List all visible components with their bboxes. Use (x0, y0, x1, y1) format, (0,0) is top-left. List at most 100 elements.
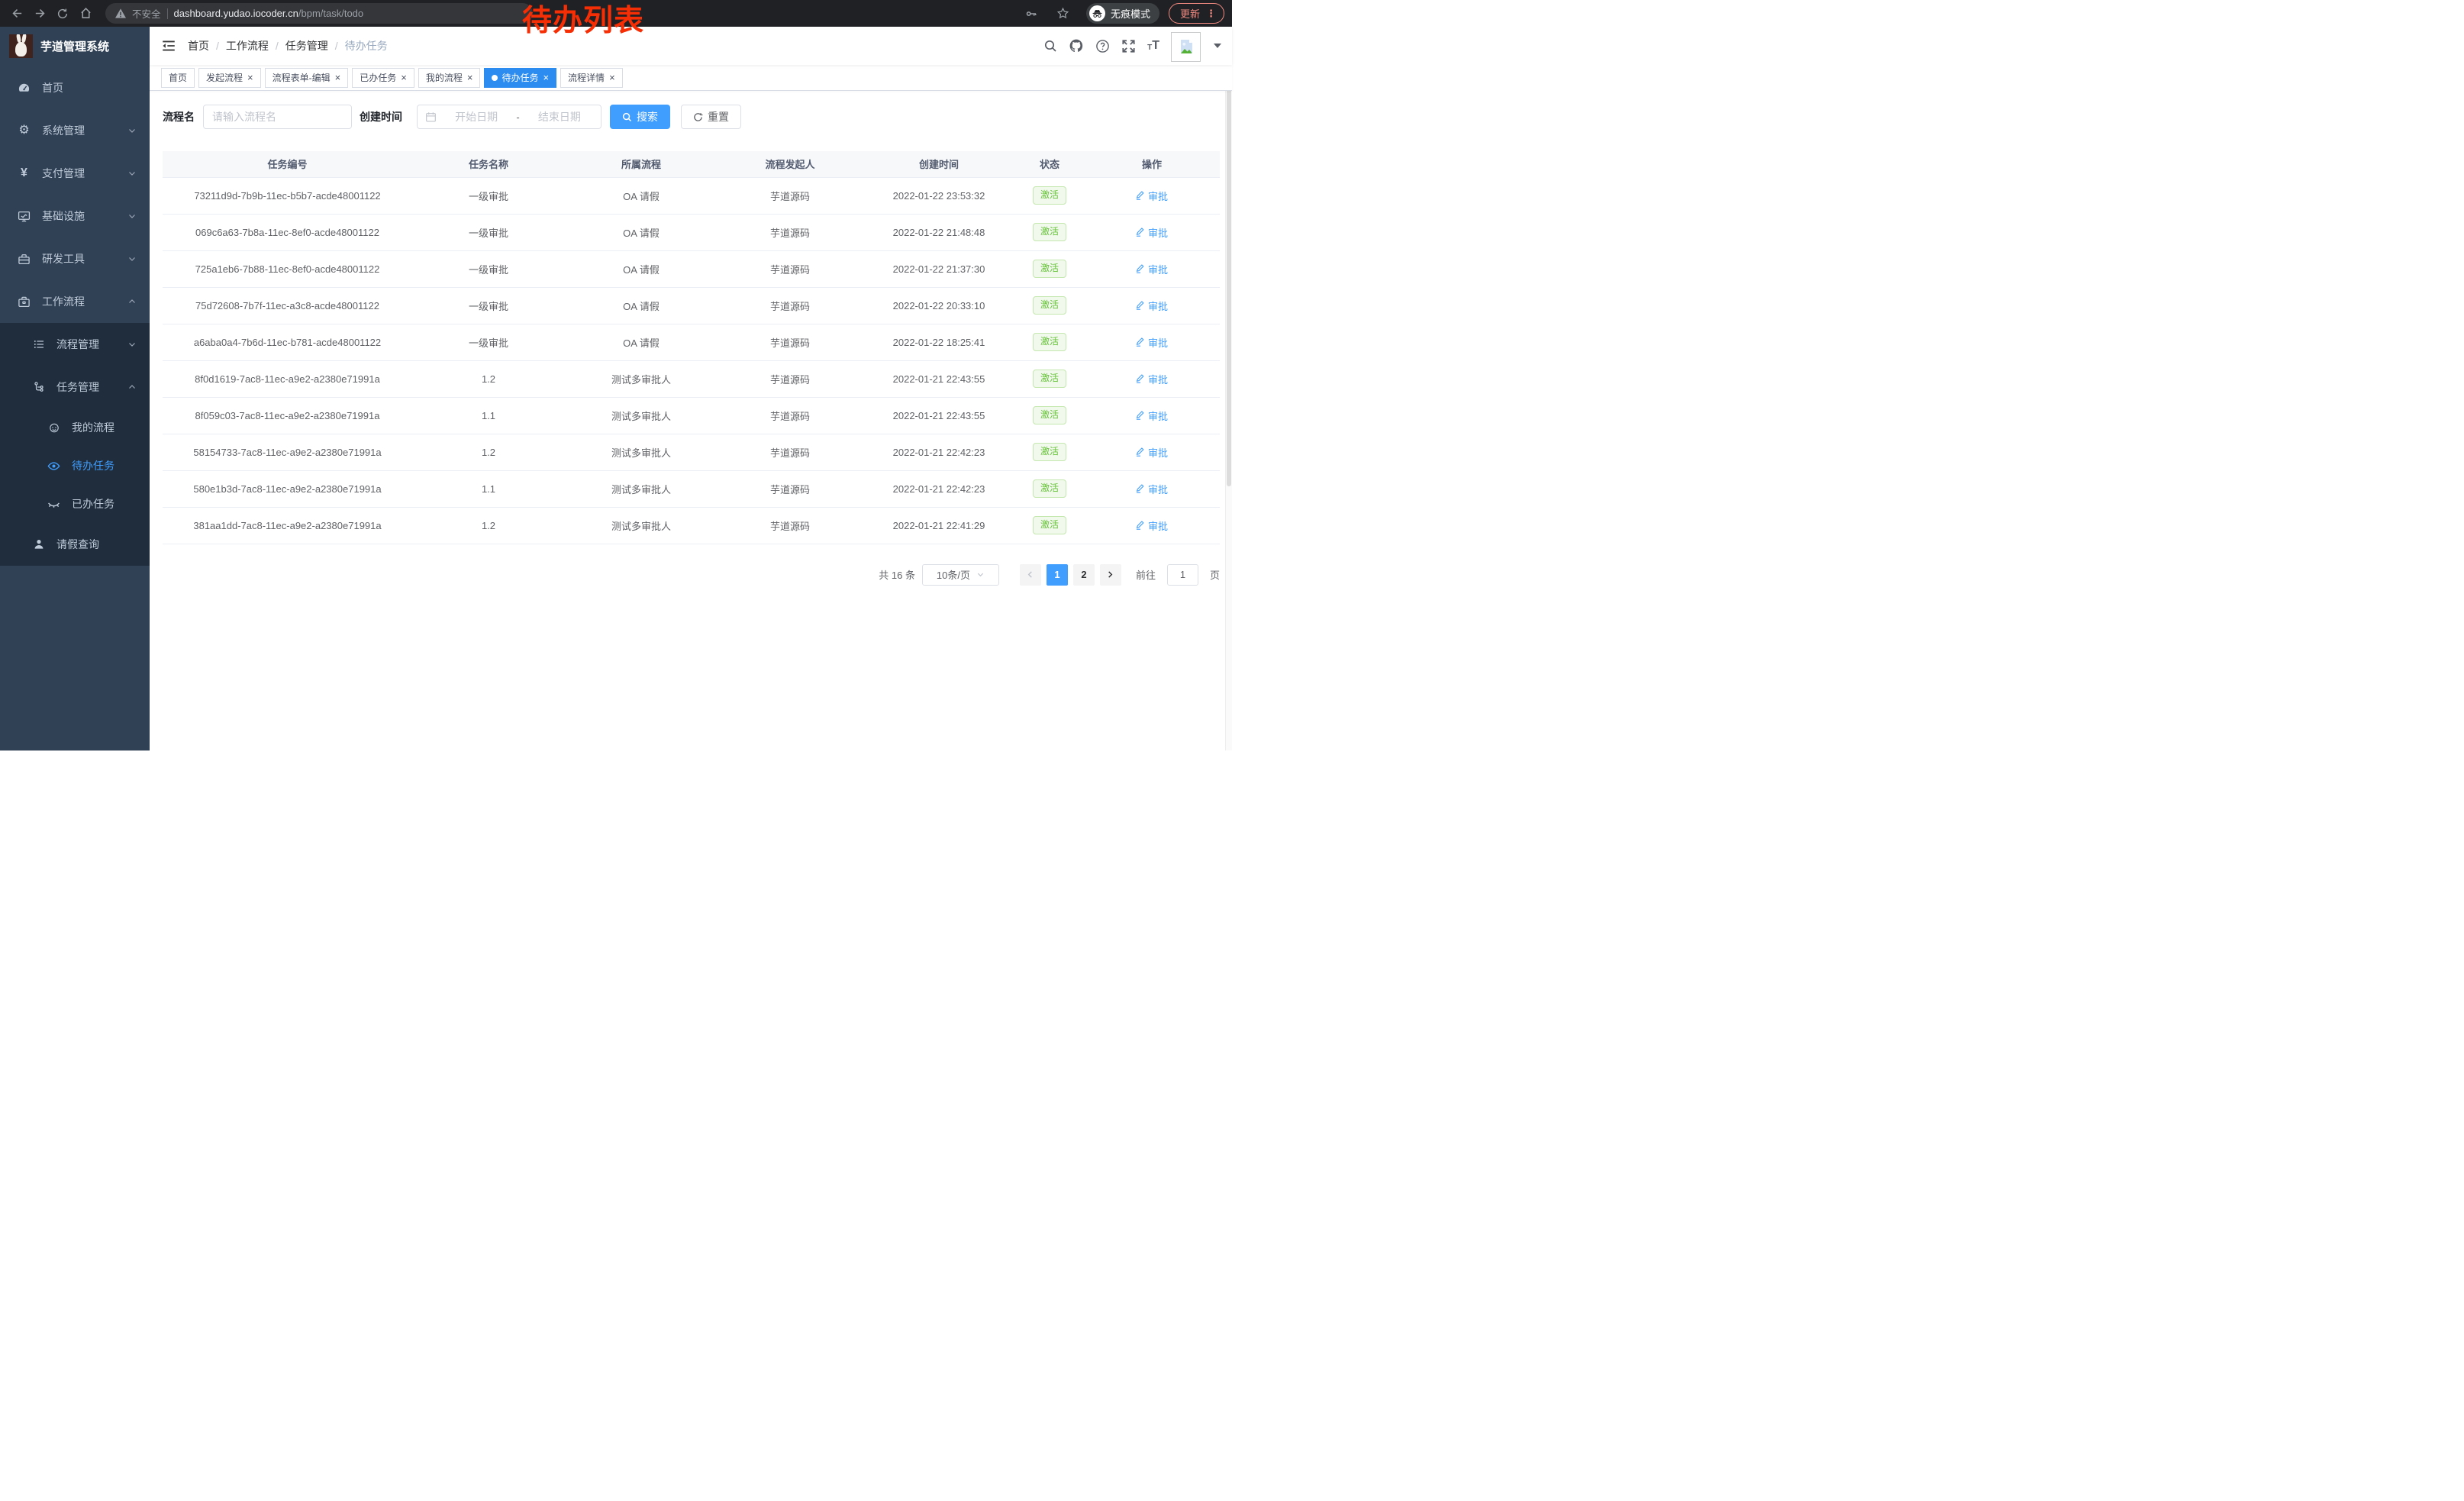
incognito-badge: 无痕模式 (1086, 3, 1159, 24)
create-time-range-picker[interactable]: 开始日期 - 结束日期 (417, 105, 601, 129)
browser-menu-icon[interactable]: ⋮ (1206, 8, 1216, 20)
close-icon[interactable]: × (609, 73, 615, 82)
scrollbar-thumb[interactable] (1227, 28, 1231, 486)
security-label[interactable]: 不安全 (132, 6, 161, 21)
font-size-icon[interactable]: TT (1147, 40, 1159, 52)
toolbox-icon (18, 253, 31, 266)
bookmark-star-icon[interactable] (1054, 5, 1072, 23)
update-button[interactable]: 更新 ⋮ (1169, 3, 1224, 24)
approve-link[interactable]: 审批 (1136, 299, 1168, 313)
breadcrumb: 首页 / 工作流程 / 任务管理 / 待办任务 (188, 38, 388, 53)
approve-link[interactable]: 审批 (1136, 445, 1168, 460)
page-button-2[interactable]: 2 (1073, 564, 1095, 586)
approve-link[interactable]: 审批 (1136, 189, 1168, 203)
avatar[interactable] (1171, 32, 1201, 62)
fullscreen-icon[interactable] (1121, 39, 1136, 53)
cell-task-name: 一级审批 (412, 177, 565, 214)
cell-task-id: 069c6a63-7b8a-11ec-8ef0-acde48001122 (163, 214, 412, 250)
approve-link[interactable]: 审批 (1136, 372, 1168, 386)
app-logo-row[interactable]: 芋道管理系统 (0, 27, 150, 65)
page-button-1[interactable]: 1 (1047, 564, 1068, 586)
process-name-label: 流程名 (163, 109, 195, 124)
process-name-input[interactable]: 请输入流程名 (203, 105, 352, 129)
approve-link[interactable]: 审批 (1136, 482, 1168, 496)
sidebar-item-todo-tasks[interactable]: 待办任务 (0, 447, 150, 485)
col-starter: 流程发起人 (718, 151, 863, 177)
search-button[interactable]: 搜索 (610, 105, 670, 129)
url-bar[interactable]: 不安全 dashboard.yudao.iocoder.cn/bpm/task/… (105, 3, 533, 24)
briefcase-icon (18, 295, 31, 308)
help-icon[interactable] (1095, 39, 1110, 53)
breadcrumb-separator: / (335, 40, 338, 52)
sidebar-item-done-tasks[interactable]: 已办任务 (0, 485, 150, 523)
browser-forward-icon[interactable] (31, 5, 49, 23)
approve-link[interactable]: 审批 (1136, 408, 1168, 423)
caret-down-icon[interactable] (1214, 44, 1221, 48)
close-icon[interactable]: × (543, 73, 549, 82)
cell-starter: 芋道源码 (718, 434, 863, 470)
sidebar-item-devtools[interactable]: 研发工具 (0, 237, 150, 280)
browser-reload-icon[interactable] (53, 5, 72, 23)
end-date-placeholder[interactable]: 结束日期 (526, 109, 593, 124)
sidebar-item-label: 我的流程 (72, 420, 114, 435)
tab-start-process[interactable]: 发起流程× (198, 68, 261, 88)
browser-back-icon[interactable] (8, 5, 26, 23)
approve-link[interactable]: 审批 (1136, 335, 1168, 350)
goto-page-input[interactable]: 1 (1167, 564, 1198, 586)
close-icon[interactable]: × (401, 73, 407, 82)
tab-home[interactable]: 首页 (161, 68, 195, 88)
cell-status: 激活 (1015, 397, 1084, 434)
sidebar-item-leave-query[interactable]: 请假查询 (0, 523, 150, 566)
close-icon[interactable]: × (467, 73, 473, 82)
tab-my-process[interactable]: 我的流程× (418, 68, 481, 88)
tab-todo-tasks[interactable]: 待办任务× (484, 68, 556, 88)
sidebar-item-my-process[interactable]: 我的流程 (0, 408, 150, 447)
close-icon[interactable]: × (335, 73, 341, 82)
github-icon[interactable] (1069, 38, 1084, 53)
tab-process-form-edit[interactable]: 流程表单-编辑× (265, 68, 349, 88)
url-text[interactable]: dashboard.yudao.iocoder.cn/bpm/task/todo (174, 8, 364, 19)
browser-scrollbar[interactable] (1225, 27, 1232, 750)
approve-link[interactable]: 审批 (1136, 225, 1168, 240)
cell-create-time: 2022-01-22 21:48:48 (863, 214, 1015, 250)
cell-create-time: 2022-01-22 18:25:41 (863, 324, 1015, 360)
sidebar-item-label: 请假查询 (56, 537, 99, 552)
sidebar-fold-icon[interactable] (161, 38, 176, 53)
tab-process-detail[interactable]: 流程详情× (560, 68, 623, 88)
cell-task-id: 58154733-7ac8-11ec-a9e2-a2380e71991a (163, 434, 412, 470)
password-key-icon[interactable] (1022, 5, 1040, 23)
create-time-label: 创建时间 (360, 109, 402, 124)
sidebar-item-process-management[interactable]: 流程管理 (0, 323, 150, 366)
approve-link[interactable]: 审批 (1136, 262, 1168, 276)
cell-process: OA 请假 (565, 250, 718, 287)
cell-create-time: 2022-01-21 22:42:23 (863, 470, 1015, 507)
sidebar-item-system[interactable]: ⚙ 系统管理 (0, 109, 150, 152)
next-page-button[interactable] (1100, 564, 1121, 586)
prev-page-button[interactable] (1020, 564, 1041, 586)
breadcrumb-item[interactable]: 首页 (188, 38, 209, 53)
sidebar-item-home[interactable]: 首页 (0, 66, 150, 109)
table-row: 75d72608-7b7f-11ec-a3c8-acde48001122 一级审… (163, 287, 1220, 324)
sidebar-item-payment[interactable]: ¥ 支付管理 (0, 152, 150, 195)
not-secure-warning-icon (115, 8, 126, 18)
breadcrumb-item[interactable]: 工作流程 (226, 38, 269, 53)
cell-actions: 审批 (1084, 397, 1220, 434)
page-size-select[interactable]: 10条/页 (922, 564, 999, 586)
cell-task-id: 8f059c03-7ac8-11ec-a9e2-a2380e71991a (163, 397, 412, 434)
sidebar-item-task-management[interactable]: 任务管理 (0, 366, 150, 408)
close-icon[interactable]: × (247, 73, 253, 82)
cell-task-name: 一级审批 (412, 214, 565, 250)
tab-done-tasks[interactable]: 已办任务× (352, 68, 414, 88)
cell-starter: 芋道源码 (718, 250, 863, 287)
calendar-icon (425, 111, 437, 123)
start-date-placeholder[interactable]: 开始日期 (443, 109, 510, 124)
table-row: a6aba0a4-7b6d-11ec-b781-acde48001122 一级审… (163, 324, 1220, 360)
breadcrumb-item[interactable]: 任务管理 (285, 38, 328, 53)
browser-home-icon[interactable] (76, 5, 95, 23)
sidebar-item-workflow[interactable]: 工作流程 (0, 280, 150, 323)
search-icon[interactable] (1043, 39, 1057, 53)
approve-link[interactable]: 审批 (1136, 518, 1168, 533)
reset-button[interactable]: 重置 (681, 105, 741, 129)
sidebar-item-infrastructure[interactable]: 基础设施 (0, 195, 150, 237)
cell-create-time: 2022-01-21 22:43:55 (863, 397, 1015, 434)
